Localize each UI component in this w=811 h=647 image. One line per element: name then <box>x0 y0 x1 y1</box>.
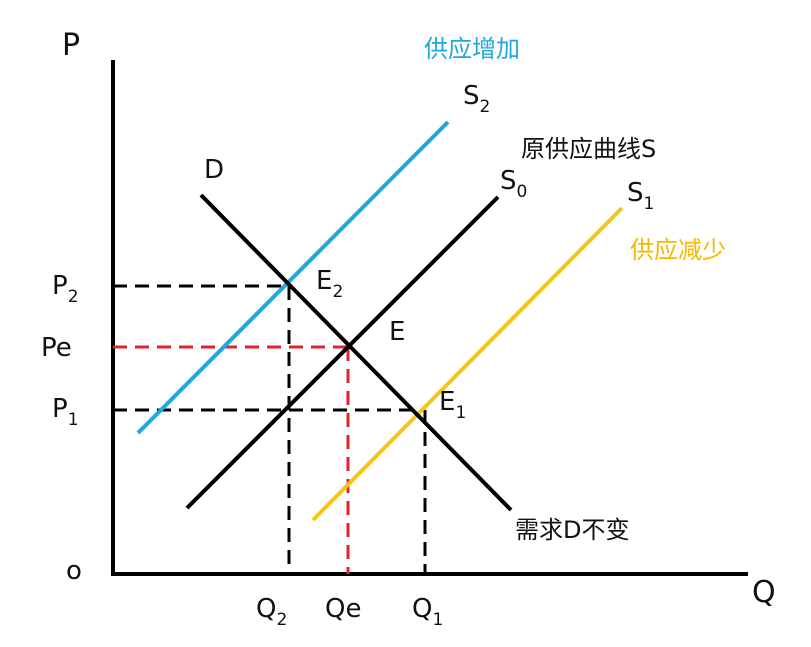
point-label-e: E <box>389 317 405 347</box>
s0-curve-label: S0 <box>500 166 527 202</box>
supply-increase-note: 供应增加 <box>424 35 520 63</box>
quantity-label-q2: Q2 <box>256 594 287 630</box>
price-label-pe: Pe <box>41 333 72 363</box>
quantity-label-qe: Qe <box>325 594 361 624</box>
point-label-e2: E2 <box>316 266 343 302</box>
demand-curve <box>199 193 513 512</box>
demand-unchanged-note: 需求D不变 <box>515 516 629 544</box>
x-axis-label: Q <box>752 575 776 610</box>
supply-curve-s1 <box>311 206 624 522</box>
s2-curve-label: S2 <box>463 81 490 117</box>
supply-curve-s0 <box>185 195 500 510</box>
point-label-e1: E1 <box>439 387 466 423</box>
price-label-p2: P2 <box>52 271 79 307</box>
original-supply-note: 原供应曲线S <box>521 135 656 163</box>
supply-curve-s2 <box>136 120 450 435</box>
price-label-p1: P1 <box>52 394 79 430</box>
quantity-label-q1: Q1 <box>412 594 443 630</box>
diagram-canvas: P Q o P2 Pe P1 Q2 Qe Q1 D S2 S0 S1 E2 E … <box>41 28 776 630</box>
y-axis-label: P <box>62 28 80 63</box>
supply-decrease-note: 供应减少 <box>630 236 726 264</box>
origin-label: o <box>66 556 82 586</box>
supply-demand-diagram: P Q o P2 Pe P1 Q2 Qe Q1 D S2 S0 S1 E2 E … <box>0 0 811 647</box>
demand-curve-label: D <box>204 155 224 185</box>
s1-curve-label: S1 <box>627 178 654 214</box>
